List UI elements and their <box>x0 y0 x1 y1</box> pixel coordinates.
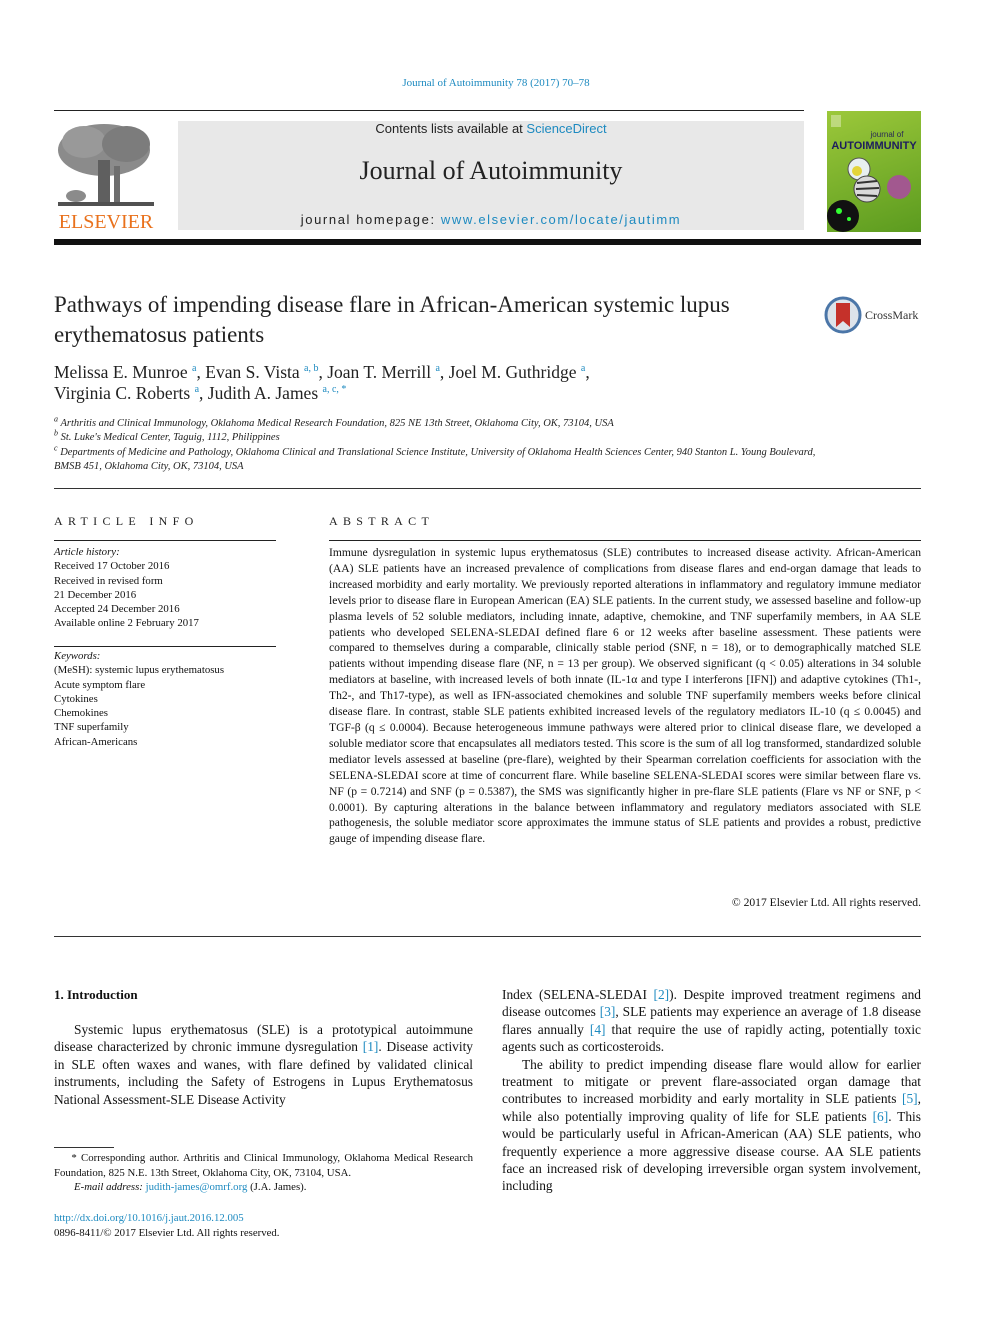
homepage-prefix: journal homepage: <box>300 212 441 227</box>
article-history: Article history: Received 17 October 201… <box>54 545 284 631</box>
affiliation: b St. Luke's Medical Center, Taguig, 111… <box>54 428 280 444</box>
divider <box>54 540 276 541</box>
divider <box>54 936 921 937</box>
footnote: * Corresponding author. Arthritis and Cl… <box>54 1151 473 1195</box>
journal-cover-image: journal of AUTOIMMUNITY <box>827 115 917 232</box>
citation-link[interactable]: [2] <box>654 987 670 1002</box>
affiliation: a Arthritis and Clinical Immunology, Okl… <box>54 414 614 429</box>
divider <box>329 540 921 541</box>
history-label: Article history: <box>54 546 120 558</box>
abstract-copyright: © 2017 Elsevier Ltd. All rights reserved… <box>731 896 921 909</box>
citation-link[interactable]: [5] <box>902 1091 918 1106</box>
affiliation: c Departments of Medicine and Pathology,… <box>54 443 816 473</box>
journal-title: Journal of Autoimmunity <box>359 156 623 185</box>
author[interactable]: Evan S. Vista a, b <box>205 362 318 382</box>
citation-link[interactable]: [6] <box>873 1109 889 1124</box>
history-item: Received 17 October 2016 <box>54 560 170 573</box>
citation-link[interactable]: [1] <box>363 1039 379 1054</box>
running-head[interactable]: Journal of Autoimmunity 78 (2017) 70–78 <box>0 77 992 89</box>
cover-line1: journal of <box>870 130 905 139</box>
paragraph: The ability to predict impending disease… <box>502 1056 921 1194</box>
divider <box>54 488 921 489</box>
keyword: Chemokines <box>54 707 108 720</box>
footnote-rule <box>54 1147 114 1148</box>
history-item: Accepted 24 December 2016 <box>54 603 180 616</box>
paragraph: Index (SELENA-SLEDAI [2]). Despite impro… <box>502 987 922 1055</box>
doi-block: http://dx.doi.org/10.1016/j.jaut.2016.12… <box>54 1211 280 1241</box>
crossmark-icon <box>824 296 862 334</box>
keywords: Keywords: (MeSH): systemic lupus erythem… <box>54 649 284 749</box>
author[interactable]: Virginia C. Roberts a <box>54 383 199 403</box>
keywords-label: Keywords: <box>54 650 101 662</box>
article-title: Pathways of impending disease flare in A… <box>54 292 730 347</box>
header-thick-rule <box>54 239 921 245</box>
keyword: TNF superfamily <box>54 721 129 734</box>
elsevier-wordmark: ELSEVIER <box>59 211 154 232</box>
abstract-heading: ABSTRACT <box>329 514 435 528</box>
corresponding-author-note: * Corresponding author. Arthritis and Cl… <box>54 1152 474 1179</box>
keyword: (MeSH): systemic lupus erythematosus <box>54 664 225 677</box>
citation-link[interactable]: [4] <box>590 1022 606 1037</box>
author[interactable]: Melissa E. Munroe a <box>54 362 197 382</box>
affiliations: a Arthritis and Clinical Immunology, Okl… <box>54 414 834 475</box>
keyword: African-Americans <box>54 735 138 748</box>
history-item: 21 December 2016 <box>54 588 137 601</box>
homepage-line: journal homepage: www.elsevier.com/locat… <box>178 212 804 227</box>
history-item: Available online 2 February 2017 <box>54 617 199 630</box>
journal-cover[interactable]: journal of AUTOIMMUNITY <box>827 111 921 232</box>
email-link[interactable]: judith-james@omrf.org <box>146 1181 248 1193</box>
contents-line: Contents lists available at ScienceDirec… <box>178 121 804 136</box>
contents-prefix: Contents lists available at <box>375 121 527 136</box>
email-line: E-mail address: judith-james@omrf.org (J… <box>74 1181 307 1194</box>
keyword: Cytokines <box>54 692 98 705</box>
author[interactable]: Joan T. Merrill a <box>327 362 440 382</box>
author-list: Melissa E. Munroe a, Evan S. Vista a, b,… <box>54 362 590 403</box>
body-column-left: Systemic lupus erythematosus (SLE) is a … <box>54 1021 473 1108</box>
paragraph: Systemic lupus erythematosus (SLE) is a … <box>54 1022 473 1107</box>
author[interactable]: Judith A. James a, c, * <box>208 383 347 403</box>
issn-line: 0896-8411/© 2017 Elsevier Ltd. All right… <box>54 1227 280 1239</box>
doi-link[interactable]: http://dx.doi.org/10.1016/j.jaut.2016.12… <box>54 1211 280 1226</box>
history-item: Received in revised form <box>54 574 163 587</box>
keyword: Acute symptom flare <box>54 678 146 691</box>
body-column-right: Index (SELENA-SLEDAI [2]). Despite impro… <box>502 986 921 1195</box>
elsevier-tree-icon: ELSEVIER <box>58 124 154 233</box>
sciencedirect-link[interactable]: ScienceDirect <box>526 121 606 136</box>
crossmark-label: CrossMark <box>865 308 919 322</box>
header-rule <box>54 110 804 111</box>
homepage-link[interactable]: www.elsevier.com/locate/jautimm <box>441 212 681 227</box>
divider <box>54 646 276 647</box>
cover-line2: AUTOIMMUNITY <box>831 140 917 152</box>
author[interactable]: Joel M. Guthridge a <box>449 362 586 382</box>
citation-link[interactable]: [3] <box>600 1004 616 1019</box>
elsevier-logo[interactable]: ELSEVIER <box>54 120 158 233</box>
crossmark-badge[interactable]: CrossMark <box>824 296 924 334</box>
article-info-heading: ARTICLE INFO <box>54 514 199 528</box>
abstract-text: Immune dysregulation in systemic lupus e… <box>329 546 921 846</box>
section-heading: 1. Introduction <box>54 987 138 1002</box>
